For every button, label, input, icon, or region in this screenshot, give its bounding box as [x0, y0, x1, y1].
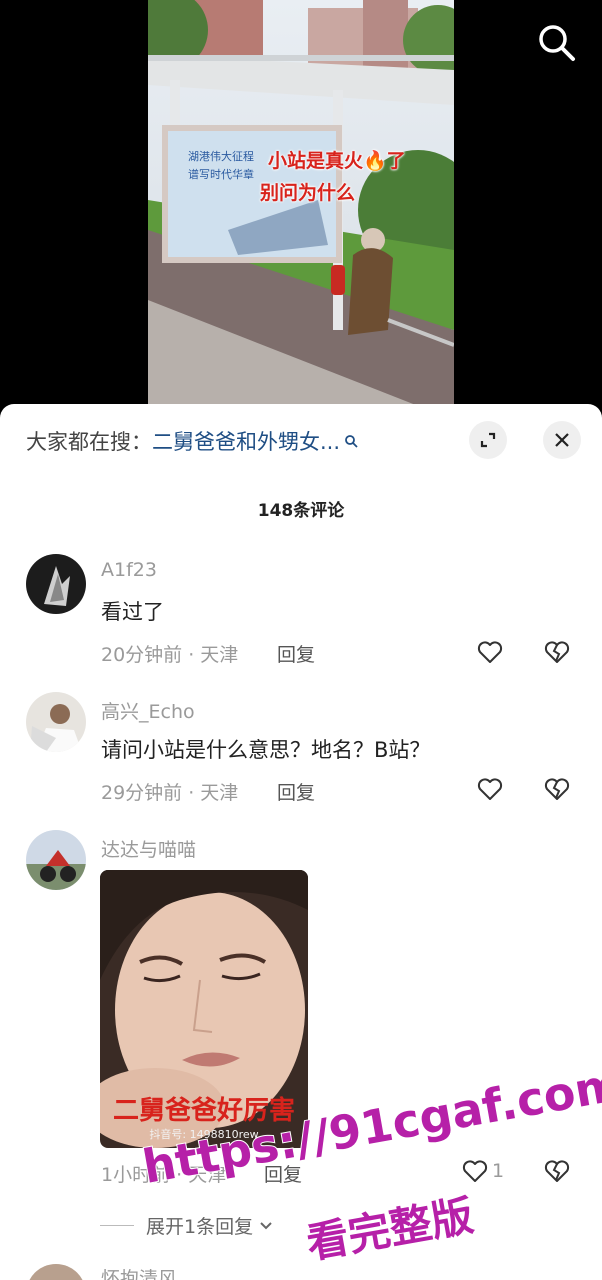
chevron-down-icon [260, 1221, 272, 1229]
expand-button[interactable] [469, 421, 507, 459]
watermark-tagline: 看完整版 [302, 1190, 478, 1269]
expand-replies[interactable]: 展开1条回复 [100, 1212, 275, 1239]
broken-heart-icon [544, 1160, 570, 1182]
comment-username[interactable]: 怀抱清风 [101, 1264, 177, 1280]
reply-button[interactable]: 回复 [277, 640, 315, 667]
like-count: 1 [492, 1160, 505, 1182]
expand-icon [480, 432, 496, 448]
comment-time-location: 20分钟前 · 天津 [101, 644, 239, 666]
broken-heart-icon [544, 641, 570, 663]
comment-image[interactable]: 二舅爸爸好厉害 抖音号: 1498810rew [100, 870, 308, 1148]
close-icon [555, 433, 569, 447]
video-frame[interactable]: 湖港伟大征程 谱写时代华章 小站是真火🔥了 别问为什么 [148, 0, 454, 420]
video-caption-line2: 别问为什么 [260, 182, 356, 204]
video-scene: 湖港伟大征程 谱写时代华章 [148, 0, 454, 420]
like-button[interactable] [475, 637, 505, 667]
billboard-text-1: 湖港伟大征程 [188, 149, 254, 163]
search-button[interactable] [534, 20, 578, 64]
avatar[interactable] [26, 554, 86, 614]
comment-count-title: 148条评论 [257, 501, 345, 521]
expand-replies-label: 展开1条回复 [146, 1216, 254, 1238]
comment-sheet: 大家都在搜： 二舅爸爸和外甥女... 148条评论 A1f23 看过了 20分钟… [0, 404, 602, 1280]
close-button[interactable] [543, 421, 581, 459]
comment-username[interactable]: A1f23 [101, 559, 157, 581]
trending-search-bar[interactable]: 大家都在搜： 二舅爸爸和外甥女... [26, 424, 358, 458]
heart-icon [477, 778, 503, 800]
dislike-button[interactable] [542, 774, 572, 804]
video-player[interactable]: 湖港伟大征程 谱写时代华章 小站是真火🔥了 别问为什么 [0, 0, 602, 420]
comment-text: 请问小站是什么意思？地名？B站？ [101, 738, 431, 762]
video-caption-line1: 小站是真火🔥了 [268, 150, 406, 172]
avatar[interactable] [26, 1264, 86, 1280]
expand-divider [100, 1225, 134, 1226]
comment-username[interactable]: 高兴_Echo [101, 697, 195, 724]
billboard-text-2: 谱写时代华章 [188, 167, 254, 181]
reply-button[interactable]: 回复 [277, 778, 315, 805]
heart-icon [477, 641, 503, 663]
dislike-button[interactable] [542, 637, 572, 667]
search-icon [345, 435, 358, 448]
dislike-button[interactable] [542, 1156, 572, 1186]
like-button[interactable] [475, 774, 505, 804]
trending-search-query[interactable]: 二舅爸爸和外甥女... [152, 426, 340, 456]
search-icon [539, 25, 575, 61]
comment-text: 看过了 [101, 600, 164, 624]
comment-time-location: 29分钟前 · 天津 [101, 782, 239, 804]
avatar[interactable] [26, 830, 86, 890]
avatar[interactable] [26, 692, 86, 752]
comment-username[interactable]: 达达与喵喵 [101, 835, 196, 862]
broken-heart-icon [544, 778, 570, 800]
trending-search-prefix: 大家都在搜： [26, 430, 152, 454]
